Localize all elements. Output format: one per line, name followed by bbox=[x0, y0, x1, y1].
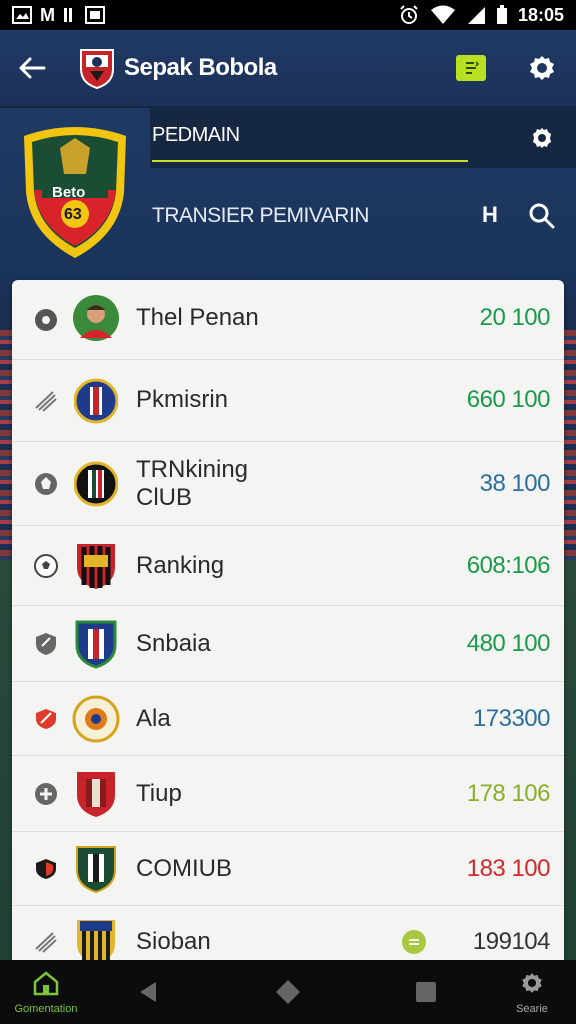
list-item[interactable]: Ranking 608:106 bbox=[12, 526, 564, 606]
sort-icon bbox=[466, 61, 480, 74]
list-item-name: Ranking bbox=[136, 552, 225, 579]
club-badge bbox=[72, 916, 120, 960]
hero-panel: Beto 63 PEDMAIN TRANSIER PEMIVARIN H bbox=[0, 108, 576, 298]
alarm-icon bbox=[400, 5, 418, 24]
status-m-label: M bbox=[40, 4, 55, 25]
nav-home-button[interactable] bbox=[274, 978, 302, 1011]
whistle-icon bbox=[32, 387, 60, 415]
list-item-name: Pkmisrin bbox=[136, 386, 229, 413]
list-item[interactable]: Ala 173300 bbox=[12, 682, 564, 756]
stadium-background-right bbox=[562, 330, 576, 570]
app-bar: Sepak Bobola bbox=[0, 30, 576, 108]
list-item-value: 20 100 bbox=[479, 304, 551, 331]
list-item-name: TRNkining ClUB bbox=[136, 456, 249, 511]
search-input[interactable]: PEDMAIN bbox=[152, 124, 240, 147]
ball-icon bbox=[32, 780, 60, 808]
shield-icon bbox=[32, 630, 60, 658]
nav-recent-button[interactable] bbox=[414, 980, 438, 1009]
gear-icon bbox=[522, 973, 542, 993]
back-button[interactable] bbox=[16, 52, 48, 84]
gallery-icon bbox=[12, 6, 32, 24]
arrow-left-icon bbox=[19, 57, 46, 79]
signal-icon bbox=[467, 7, 485, 24]
list-item[interactable]: Pkmisrin 660 100 bbox=[12, 360, 564, 442]
list-item-value: 173300 bbox=[472, 705, 551, 732]
nav-back-button[interactable] bbox=[138, 980, 158, 1009]
club-crest: Beto 63 bbox=[20, 122, 130, 262]
club-badge bbox=[72, 618, 120, 670]
list-item[interactable]: Snbaia 480 100 bbox=[12, 606, 564, 682]
status-time: 18:05 bbox=[517, 4, 564, 25]
wifi-icon bbox=[430, 5, 455, 24]
soccer-ball-icon bbox=[32, 552, 60, 580]
list-item-value: 38 100 bbox=[479, 470, 551, 497]
list-item-value: 660 100 bbox=[466, 386, 551, 413]
shield-icon bbox=[32, 855, 60, 883]
ball-icon bbox=[32, 306, 60, 334]
crest-number: 63 bbox=[64, 206, 82, 223]
avatar bbox=[72, 292, 120, 344]
ball-icon bbox=[32, 470, 60, 498]
club-badge bbox=[72, 458, 120, 510]
search-icon bbox=[529, 203, 555, 229]
transfer-label: TRANSIER PEMIVARIN bbox=[152, 204, 369, 227]
nav-settings[interactable]: Searie bbox=[506, 970, 558, 1015]
list-item-value: 183 100 bbox=[466, 855, 551, 882]
list-item[interactable]: Sioban 199104 bbox=[12, 906, 564, 960]
club-badge bbox=[72, 375, 120, 427]
list-item-name: Sioban bbox=[136, 928, 211, 955]
club-logo bbox=[78, 47, 116, 90]
search-button[interactable] bbox=[526, 122, 558, 154]
nav-settings-label: Searie bbox=[516, 1003, 548, 1015]
club-badge bbox=[72, 540, 120, 592]
list-item-name: Ala bbox=[136, 705, 171, 732]
search-underline bbox=[152, 160, 468, 162]
battery-icon bbox=[496, 5, 507, 24]
bottom-nav: Gomentation Searie bbox=[0, 960, 576, 1024]
list-item[interactable]: TRNkining ClUB 38 100 bbox=[12, 442, 564, 526]
settings-button[interactable] bbox=[524, 50, 560, 86]
club-badge bbox=[72, 768, 120, 820]
list-item[interactable]: COMIUB 183 100 bbox=[12, 832, 564, 906]
whistle-icon bbox=[32, 928, 60, 956]
status-bar: M 18:05 bbox=[0, 0, 576, 30]
home-icon bbox=[33, 971, 59, 996]
club-badge bbox=[72, 693, 120, 745]
list-item-value: 199104 bbox=[472, 928, 551, 955]
list-item-name: Thel Penan bbox=[136, 304, 259, 331]
list-item[interactable]: Thel Penan 20 100 bbox=[12, 280, 564, 360]
triangle-back-icon bbox=[140, 982, 156, 1002]
sort-button[interactable] bbox=[456, 55, 486, 81]
ranking-list: Thel Penan 20 100 Pkmisrin 660 100 TRNki… bbox=[12, 280, 564, 960]
notification-icon bbox=[64, 8, 72, 22]
image-icon bbox=[85, 6, 105, 24]
search-icon-button[interactable] bbox=[528, 202, 558, 232]
club-badge bbox=[72, 843, 120, 895]
shield-icon bbox=[32, 705, 60, 733]
square-recent-icon bbox=[416, 982, 436, 1002]
list-item-value: 178 106 bbox=[466, 780, 551, 807]
list-item-name: Snbaia bbox=[136, 630, 211, 657]
search-settings-icon bbox=[533, 128, 551, 148]
list-item-name: Tiup bbox=[136, 780, 182, 807]
nav-home[interactable]: Gomentation bbox=[6, 970, 86, 1020]
list-item[interactable]: Tiup 178 106 bbox=[12, 756, 564, 832]
h-button[interactable]: H bbox=[482, 202, 498, 228]
gear-icon bbox=[530, 56, 554, 80]
list-item-value: 480 100 bbox=[466, 630, 551, 657]
app-title: Sepak Bobola bbox=[124, 54, 277, 81]
status-dot-icon bbox=[402, 930, 426, 954]
nav-home-label: Gomentation bbox=[14, 1003, 78, 1015]
list-item-value: 608:106 bbox=[466, 552, 551, 579]
list-item-name: COMIUB bbox=[136, 855, 232, 882]
circle-home-icon bbox=[276, 980, 300, 1004]
crest-text: Beto bbox=[52, 184, 86, 201]
